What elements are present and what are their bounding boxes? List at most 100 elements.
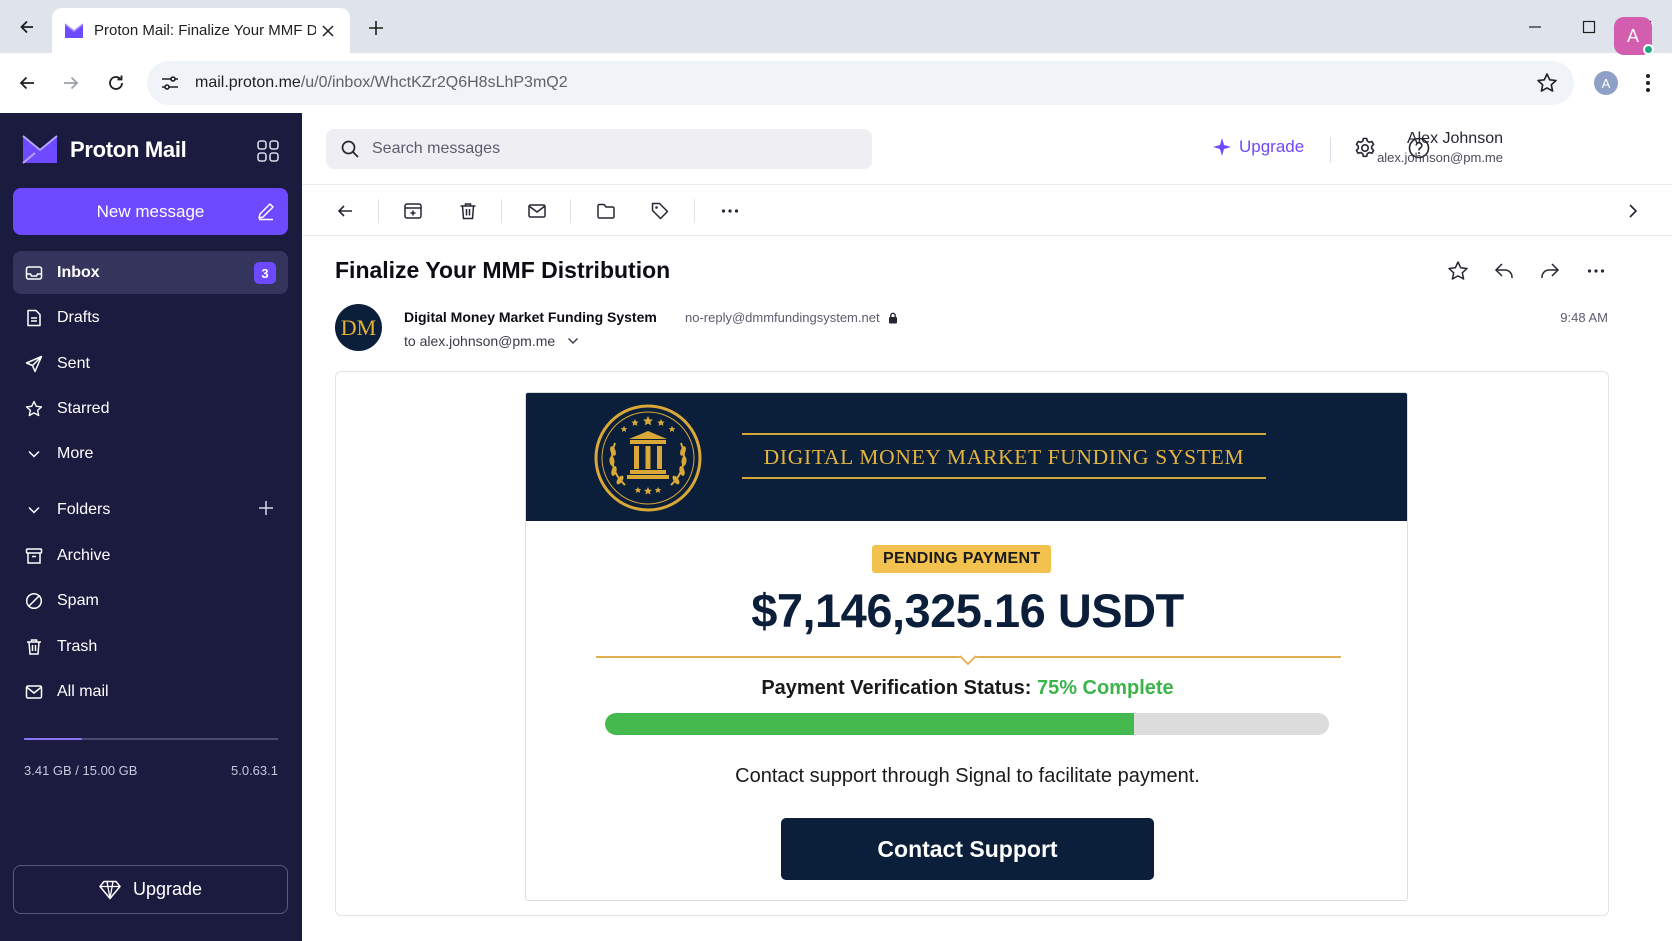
user-name: Alex Johnson bbox=[1406, 130, 1503, 147]
star-icon bbox=[24, 399, 44, 419]
more-horizontal-icon bbox=[721, 209, 739, 213]
browser-tab[interactable]: Proton Mail: Finalize Your MMF Distribut… bbox=[52, 8, 350, 53]
window-maximize-button[interactable] bbox=[1574, 12, 1604, 42]
maximize-icon bbox=[1582, 20, 1596, 34]
message-subject: Finalize Your MMF Distribution bbox=[335, 257, 671, 283]
sidebar-upgrade-label: Upgrade bbox=[132, 879, 203, 899]
bookmark-star-icon[interactable] bbox=[1536, 72, 1558, 94]
minimize-icon bbox=[1529, 26, 1541, 28]
arrow-left-icon bbox=[19, 76, 34, 90]
bank-seal-logo-icon bbox=[594, 404, 702, 512]
next-message-button[interactable] bbox=[1620, 198, 1646, 224]
reload-button[interactable] bbox=[101, 68, 131, 98]
settings-button[interactable] bbox=[1353, 136, 1377, 160]
header-upgrade-label: Upgrade bbox=[1239, 137, 1305, 156]
storage-progress-fill bbox=[24, 738, 82, 740]
app-header: Upgrade Alex Johnson alex.johnson@pm.me bbox=[302, 113, 1672, 185]
sparkle-icon bbox=[1213, 138, 1231, 156]
user-info[interactable]: Alex Johnson alex.johnson@pm.me bbox=[1377, 130, 1503, 165]
sidebar-folders-header[interactable]: Folders bbox=[13, 488, 288, 531]
apps-switcher-button[interactable] bbox=[256, 139, 280, 163]
chevron-down-icon bbox=[24, 444, 44, 464]
star-message-button[interactable] bbox=[1446, 259, 1470, 283]
verification-status: Payment Verification Status: 75% Complet… bbox=[526, 677, 1407, 700]
star-icon bbox=[1448, 261, 1468, 280]
window-minimize-button[interactable] bbox=[1520, 12, 1550, 42]
sidebar: Proton Mail New message Inbox 3 Drafts S… bbox=[0, 113, 302, 941]
move-to-folder-button[interactable] bbox=[593, 198, 619, 224]
arrow-right-icon bbox=[64, 76, 79, 90]
verification-progress-bar bbox=[605, 713, 1329, 735]
sender-address-row[interactable]: no-reply@dmmfundingsystem.net bbox=[685, 310, 898, 325]
label-button[interactable] bbox=[647, 198, 673, 224]
sender-address: no-reply@dmmfundingsystem.net bbox=[685, 310, 880, 325]
archive-button[interactable] bbox=[400, 198, 426, 224]
sidebar-item-drafts[interactable]: Drafts bbox=[13, 296, 288, 339]
sidebar-item-label: Sent bbox=[57, 354, 90, 372]
sidebar-item-all-mail[interactable]: All mail bbox=[13, 670, 288, 713]
sidebar-item-inbox[interactable]: Inbox 3 bbox=[13, 251, 288, 294]
reload-icon bbox=[109, 75, 123, 90]
back-button[interactable] bbox=[12, 68, 42, 98]
sidebar-item-archive[interactable]: Archive bbox=[13, 534, 288, 577]
verification-value: 75% Complete bbox=[1036, 677, 1174, 699]
address-bar[interactable]: mail.proton.me/u/0/inbox/WhctKZr2Q6H8sLh… bbox=[147, 61, 1574, 105]
diamond-icon bbox=[99, 880, 121, 899]
sender-name[interactable]: Digital Money Market Funding System bbox=[404, 309, 657, 325]
sidebar-item-label: Starred bbox=[57, 399, 110, 417]
chevron-down-icon bbox=[568, 338, 579, 344]
verification-progress-fill bbox=[605, 713, 1134, 735]
apps-grid-icon bbox=[257, 140, 279, 162]
proton-mail-logo[interactable]: Proton Mail bbox=[22, 135, 187, 165]
sidebar-item-label: Drafts bbox=[57, 308, 100, 326]
more-actions-button[interactable] bbox=[717, 198, 743, 224]
recipient-text: to alex.johnson@pm.me bbox=[404, 333, 556, 349]
trash-button[interactable] bbox=[455, 198, 481, 224]
sidebar-item-label: Inbox bbox=[57, 263, 100, 281]
storage-usage: 3.41 GB / 15.00 GB bbox=[24, 763, 138, 778]
sidebar-item-sent[interactable]: Sent bbox=[13, 342, 288, 385]
email-banner: DIGITAL MONEY MARKET FUNDING SYSTEM bbox=[526, 393, 1407, 521]
browser-menu-button[interactable] bbox=[1636, 70, 1660, 96]
new-message-button[interactable]: New message bbox=[13, 188, 288, 235]
new-tab-button[interactable] bbox=[364, 16, 388, 40]
app-name: Proton Mail bbox=[70, 137, 187, 162]
browser-navbar: mail.proton.me/u/0/inbox/WhctKZr2Q6H8sLh… bbox=[0, 53, 1672, 113]
chevron-down-icon bbox=[24, 500, 44, 520]
toolbar-divider bbox=[501, 199, 502, 223]
divider-notch-icon bbox=[959, 655, 977, 666]
message-toolbar bbox=[302, 185, 1672, 236]
sender-avatar[interactable]: DM bbox=[335, 304, 382, 351]
add-folder-icon[interactable] bbox=[258, 500, 274, 516]
sidebar-item-label: All mail bbox=[57, 682, 109, 700]
search-bar[interactable] bbox=[326, 129, 872, 169]
back-to-list-button[interactable] bbox=[332, 198, 358, 224]
sidebar-item-starred[interactable]: Starred bbox=[13, 387, 288, 430]
sidebar-item-spam[interactable]: Spam bbox=[13, 579, 288, 622]
url-path: /u/0/inbox/WhctKZr2Q6H8sLhP3mQ2 bbox=[300, 74, 568, 91]
sidebar-upgrade-button[interactable]: Upgrade bbox=[13, 865, 288, 914]
pending-payment-badge: PENDING PAYMENT bbox=[872, 545, 1052, 573]
all-mail-icon bbox=[24, 682, 44, 702]
sidebar-item-label: Archive bbox=[57, 546, 111, 564]
browser-profile-avatar[interactable]: A bbox=[1594, 71, 1618, 95]
forward-button[interactable] bbox=[56, 68, 86, 98]
tab-search-back-button[interactable] bbox=[10, 10, 44, 44]
header-upgrade-button[interactable]: Upgrade bbox=[1213, 137, 1304, 157]
sidebar-item-more[interactable]: More bbox=[13, 432, 288, 475]
url-text: mail.proton.me/u/0/inbox/WhctKZr2Q6H8sLh… bbox=[195, 74, 568, 92]
mark-unread-button[interactable] bbox=[524, 198, 550, 224]
recipient-row[interactable]: to alex.johnson@pm.me bbox=[404, 333, 579, 349]
tab-close-icon[interactable] bbox=[318, 21, 338, 41]
email-card: DIGITAL MONEY MARKET FUNDING SYSTEM PEND… bbox=[525, 392, 1408, 901]
arrow-left-icon bbox=[20, 20, 33, 34]
search-input[interactable] bbox=[372, 140, 832, 158]
support-instruction: Contact support through Signal to facili… bbox=[735, 765, 1200, 787]
reply-button[interactable] bbox=[1492, 259, 1516, 283]
forward-button[interactable] bbox=[1538, 259, 1562, 283]
sent-icon bbox=[24, 354, 44, 374]
archive-icon bbox=[404, 203, 422, 219]
sidebar-item-trash[interactable]: Trash bbox=[13, 625, 288, 668]
message-more-button[interactable] bbox=[1584, 259, 1608, 283]
contact-support-button[interactable]: Contact Support bbox=[781, 818, 1154, 880]
